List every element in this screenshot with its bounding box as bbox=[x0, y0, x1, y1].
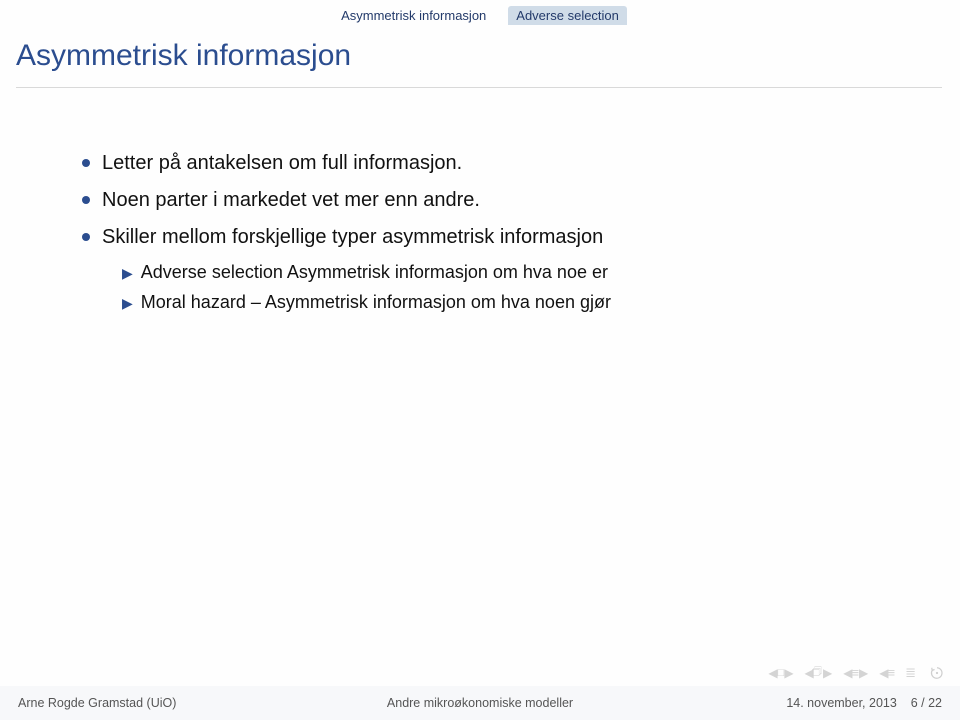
chevron-right-icon: ▶ bbox=[784, 666, 790, 680]
sub-list-item-text: Moral hazard – Asymmetrisk informasjon o… bbox=[141, 289, 611, 317]
sub-list-item: ▶ Adverse selection Asymmetrisk informas… bbox=[122, 259, 906, 287]
list-item-text: Letter på antakelsen om full informasjon… bbox=[102, 148, 462, 179]
triangle-icon: ▶ bbox=[122, 293, 133, 315]
footer-author: Arne Rogde Gramstad (UiO) bbox=[18, 696, 176, 710]
sub-list: ▶ Adverse selection Asymmetrisk informas… bbox=[122, 259, 906, 317]
bullet-icon bbox=[82, 233, 90, 241]
nav-prev-slide-button[interactable]: ◀ ≡ ▶ bbox=[843, 665, 865, 680]
nav-subsection-icon: 🗇 bbox=[812, 663, 822, 682]
chevron-left-icon: ◀ bbox=[879, 666, 885, 680]
chevron-right-icon: ▶ bbox=[823, 666, 829, 680]
bullet-icon bbox=[82, 196, 90, 204]
nav-frame-outline-icon: □ bbox=[778, 667, 785, 679]
chevron-right-icon: ▶ bbox=[859, 666, 865, 680]
slide-nav: ◀ □ ▶ ◀ 🗇 ▶ ◀ ≡ ▶ ◀ ≡ ≣ bbox=[768, 663, 944, 682]
nav-bars-icon: ≣ bbox=[905, 665, 916, 681]
nav-bars-icon: ≡ bbox=[851, 665, 859, 680]
chevron-left-icon: ◀ bbox=[805, 666, 811, 680]
breadcrumb: Asymmetrisk informasjon Adverse selectio… bbox=[0, 0, 960, 25]
list-item: Letter på antakelsen om full informasjon… bbox=[82, 148, 906, 179]
nav-prev-button[interactable]: ◀ ≡ bbox=[879, 665, 895, 680]
list-item: Noen parter i markedet vet mer enn andre… bbox=[82, 185, 906, 216]
nav-prev-section-button[interactable]: ◀ 🗇 ▶ bbox=[805, 663, 830, 682]
cycle-icon bbox=[930, 666, 944, 680]
body: Letter på antakelsen om full informasjon… bbox=[82, 148, 906, 317]
nav-bars-icon: ≡ bbox=[888, 665, 896, 680]
title-rule bbox=[16, 87, 942, 88]
list-item: Skiller mellom forskjellige typer asymme… bbox=[82, 222, 906, 253]
section-tab[interactable]: Asymmetrisk informasjon bbox=[333, 6, 494, 25]
list-item-text: Noen parter i markedet vet mer enn andre… bbox=[102, 185, 480, 216]
footer: Arne Rogde Gramstad (UiO) Andre mikroøko… bbox=[0, 686, 960, 720]
footer-right: 14. november, 2013 6 / 22 bbox=[786, 696, 942, 710]
sub-list-item: ▶ Moral hazard – Asymmetrisk informasjon… bbox=[122, 289, 906, 317]
footer-date: 14. november, 2013 bbox=[786, 696, 897, 710]
slide: Asymmetrisk informasjon Adverse selectio… bbox=[0, 0, 960, 720]
sub-list-item-text: Adverse selection Asymmetrisk informasjo… bbox=[141, 259, 608, 287]
list-item-text: Skiller mellom forskjellige typer asymme… bbox=[102, 222, 603, 253]
chevron-left-icon: ◀ bbox=[768, 666, 774, 680]
nav-cycle-button[interactable] bbox=[930, 666, 944, 680]
bullet-icon bbox=[82, 159, 90, 167]
footer-page: 6 / 22 bbox=[911, 696, 942, 710]
page-title: Asymmetrisk informasjon bbox=[16, 39, 351, 73]
chevron-left-icon: ◀ bbox=[843, 666, 849, 680]
triangle-icon: ▶ bbox=[122, 263, 133, 285]
nav-first-button[interactable]: ◀ □ ▶ bbox=[768, 666, 790, 680]
subsection-tab-active[interactable]: Adverse selection bbox=[508, 6, 627, 25]
